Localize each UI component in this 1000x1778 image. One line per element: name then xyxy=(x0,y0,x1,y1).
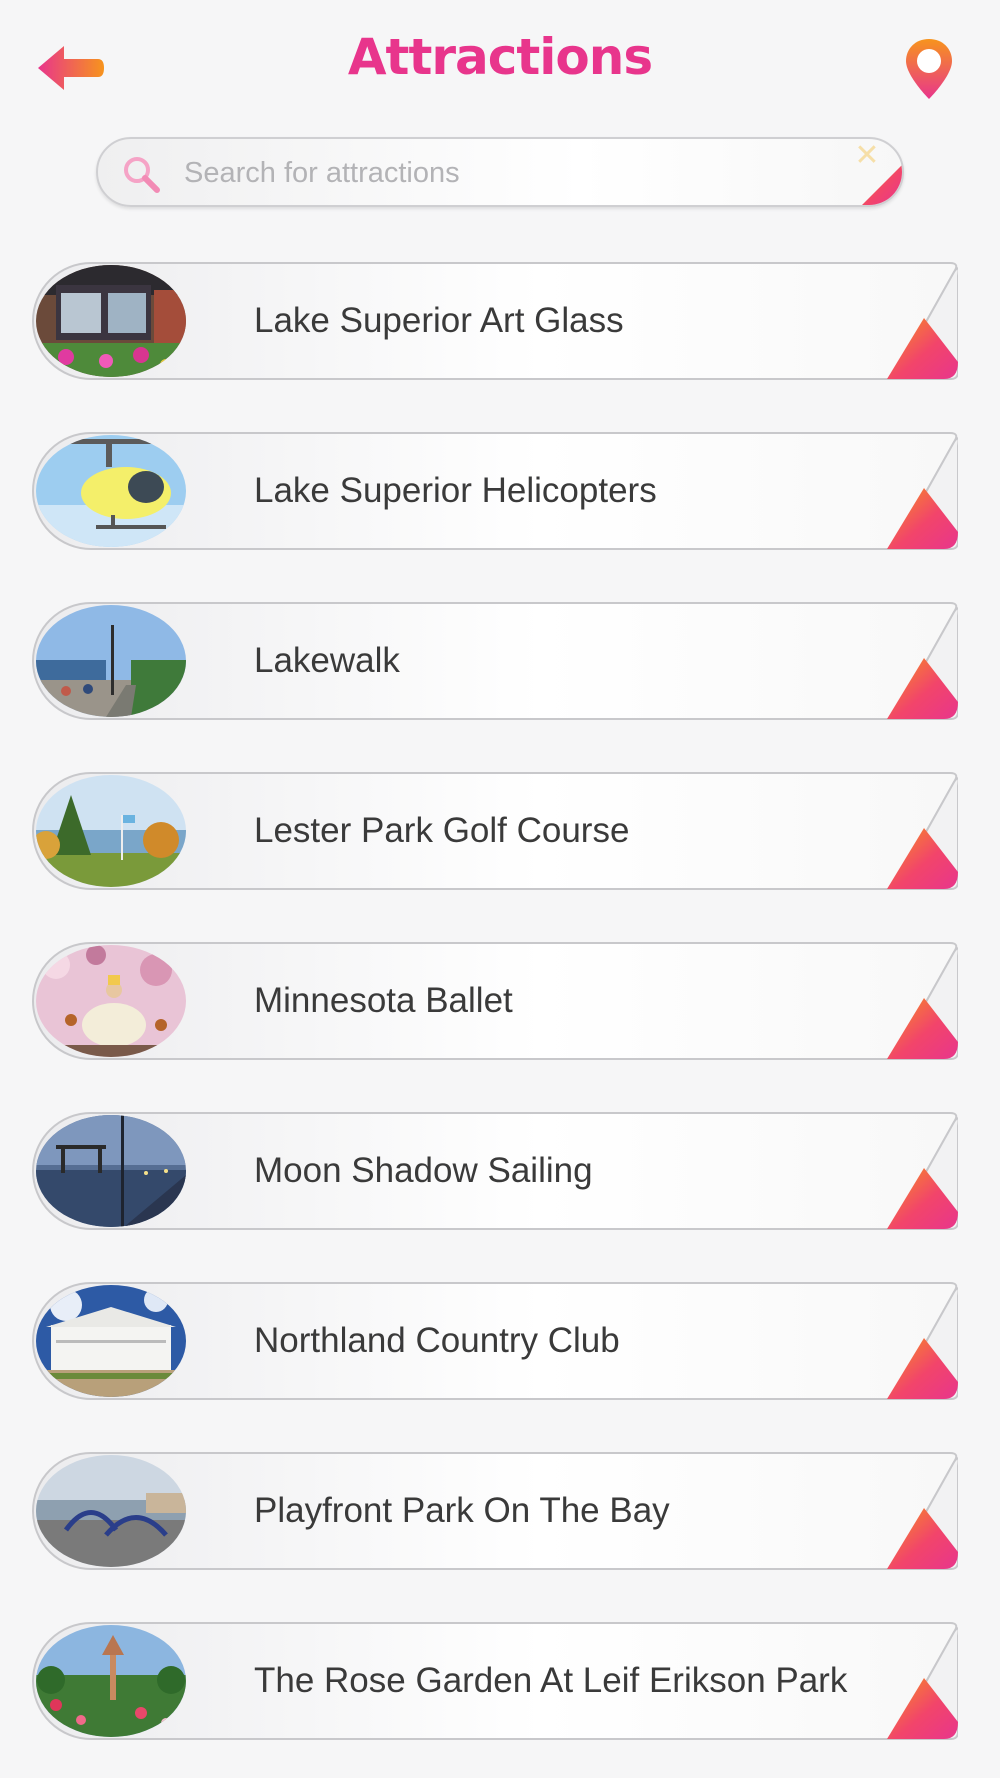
rose-garden-photo xyxy=(36,1625,186,1737)
search-bar: ✕ xyxy=(96,137,904,207)
storefront-photo xyxy=(36,265,186,377)
search-input[interactable] xyxy=(184,149,784,197)
list-item[interactable]: Lakewalk xyxy=(32,602,958,720)
attraction-thumbnail xyxy=(36,1455,186,1567)
lakewalk-photo xyxy=(36,605,186,717)
attraction-name: Minnesota Ballet xyxy=(254,981,513,1020)
attraction-thumbnail xyxy=(36,435,186,547)
map-pin-icon xyxy=(906,39,952,99)
map-button[interactable] xyxy=(902,36,956,102)
clubhouse-photo xyxy=(36,1285,186,1397)
attraction-thumbnail xyxy=(36,265,186,377)
attraction-name: Moon Shadow Sailing xyxy=(254,1151,593,1190)
attraction-name: Lake Superior Art Glass xyxy=(254,301,624,340)
list-item[interactable]: Moon Shadow Sailing xyxy=(32,1112,958,1230)
attraction-name: Playfront Park On The Bay xyxy=(254,1491,670,1530)
helicopter-photo xyxy=(36,435,186,547)
attraction-thumbnail xyxy=(36,605,186,717)
list-item[interactable]: Lake Superior Helicopters xyxy=(32,432,958,550)
list-item[interactable]: The Rose Garden At Leif Erikson Park xyxy=(32,1622,958,1740)
attraction-thumbnail xyxy=(36,1115,186,1227)
attraction-name: Lake Superior Helicopters xyxy=(254,471,657,510)
list-item[interactable]: Minnesota Ballet xyxy=(32,942,958,1060)
golf-course-photo xyxy=(36,775,186,887)
search-corner-accent xyxy=(862,165,902,205)
search-icon xyxy=(124,157,160,193)
list-item[interactable]: Lester Park Golf Course xyxy=(32,772,958,890)
attraction-thumbnail xyxy=(36,1625,186,1737)
attraction-thumbnail xyxy=(36,945,186,1057)
attraction-thumbnail xyxy=(36,1285,186,1397)
list-item[interactable]: Northland Country Club xyxy=(32,1282,958,1400)
harbor-photo xyxy=(36,1115,186,1227)
playground-photo xyxy=(36,1455,186,1567)
attraction-name: Northland Country Club xyxy=(254,1321,620,1360)
list-item[interactable]: Lake Superior Art Glass xyxy=(32,262,958,380)
attraction-name: Lester Park Golf Course xyxy=(254,811,630,850)
attraction-name: The Rose Garden At Leif Erikson Park xyxy=(254,1661,848,1700)
list-item[interactable]: Playfront Park On The Bay xyxy=(32,1452,958,1570)
attraction-name: Lakewalk xyxy=(254,641,400,680)
attraction-thumbnail xyxy=(36,775,186,887)
page-title: Attractions xyxy=(347,28,653,86)
header-bar: Attractions xyxy=(0,0,1000,130)
ballet-photo xyxy=(36,945,186,1057)
